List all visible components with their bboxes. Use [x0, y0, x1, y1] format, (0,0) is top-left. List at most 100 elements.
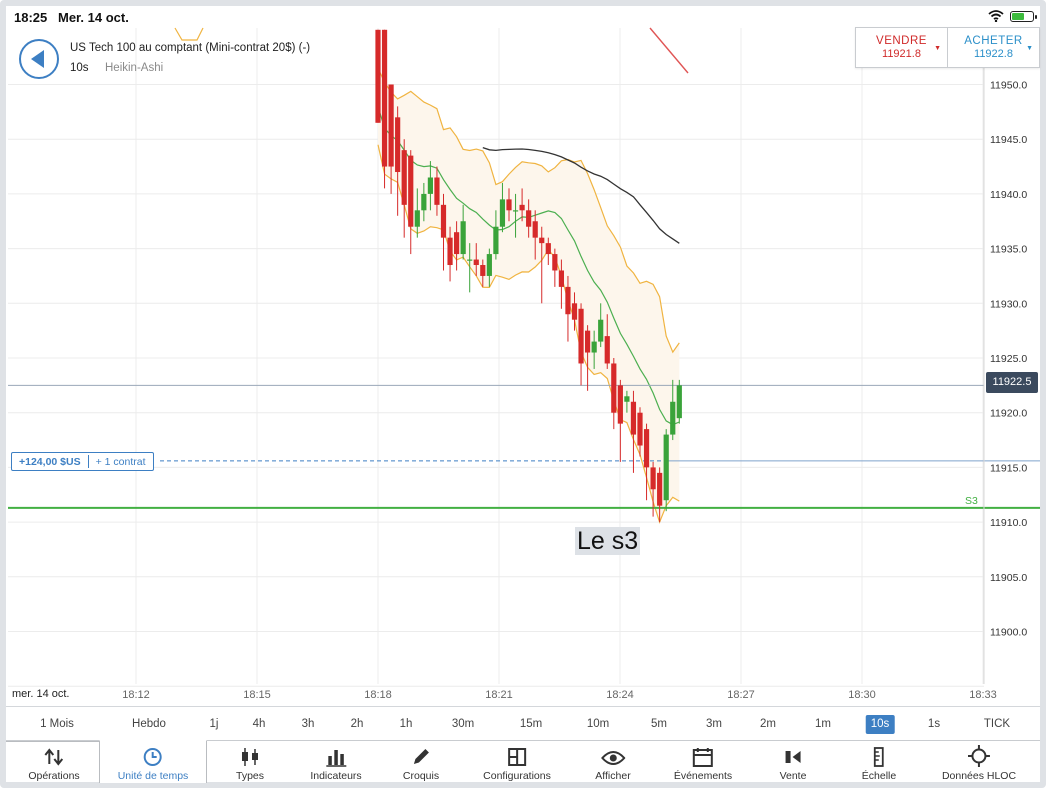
toolbar-layout-grid-button[interactable]: Configurations [483, 741, 551, 783]
candle-down [657, 472, 663, 506]
timeframe-option-3h[interactable]: 3h [297, 715, 320, 734]
toolbar-label: Opérations [28, 770, 80, 782]
timeframe-option-tick[interactable]: TICK [979, 715, 1015, 734]
candle-down [506, 199, 512, 211]
toolbar-candles-button[interactable]: Types [236, 741, 264, 783]
chart-date-label: mer. 14 oct. [12, 688, 70, 700]
timeframe-option-1j[interactable]: 1j [205, 715, 224, 734]
toolbar-label: Configurations [483, 770, 551, 782]
bollinger-band-fill [378, 68, 680, 523]
candle-down [473, 259, 479, 266]
time-tick-label: 18:24 [606, 689, 634, 701]
toolbar-crosshair-button[interactable]: Données HLOC [942, 741, 1016, 783]
toolbar-pencil-button[interactable]: Croquis [403, 741, 439, 783]
candle-down [480, 265, 486, 276]
candle-down [558, 270, 564, 287]
chart-annotation[interactable]: Le s3 [575, 527, 641, 555]
status-icons [988, 10, 1037, 22]
open-position-tag[interactable]: +124,00 $US + 1 contrat [11, 452, 154, 471]
candle-down [440, 204, 447, 238]
status-time: 18:25 [14, 10, 48, 25]
price-tick-label: 11930.0 [990, 298, 1027, 310]
timeframe-option-30m[interactable]: 30m [447, 715, 479, 734]
candle-down [375, 29, 381, 123]
candle-down [401, 150, 407, 205]
toolbar-operations-arrows-button[interactable]: Opérations [28, 741, 80, 783]
candle-down [630, 401, 637, 435]
candle-up [486, 254, 492, 276]
band-fragment-line [174, 27, 204, 41]
candle-up [663, 434, 669, 501]
last-price-tag: 11922.5 [986, 372, 1038, 393]
toolbar-label: Échelle [861, 770, 897, 782]
timeframe-option-15m[interactable]: 15m [515, 715, 547, 734]
calendar-icon [674, 745, 732, 767]
price-tick-label: 11905.0 [990, 572, 1027, 584]
timeframe-option-2h[interactable]: 2h [346, 715, 369, 734]
toolbar-label: Croquis [402, 770, 440, 782]
back-button[interactable] [19, 39, 59, 79]
candle-down [539, 237, 545, 244]
candle-up [421, 193, 427, 211]
price-tick-label: 11900.0 [990, 627, 1027, 639]
candle-up [493, 226, 499, 255]
bollinger-bands [174, 27, 689, 524]
chart-type-label: Heikin-Ashi [105, 62, 164, 74]
candle-down [565, 286, 571, 315]
toolbar-sell-tag-button[interactable]: Vente [780, 741, 807, 783]
timeframe-option-1h[interactable]: 1h [395, 715, 418, 734]
candle-down [454, 232, 460, 255]
timeframe-option-3m[interactable]: 3m [701, 715, 727, 734]
time-tick-label: 18:18 [364, 689, 392, 701]
price-tick-label: 11925.0 [990, 353, 1027, 365]
current-timeframe: 10s [70, 62, 89, 74]
price-tick-label: 11950.0 [990, 80, 1027, 92]
candle-down [395, 117, 401, 173]
bottom-toolbar: Opérations Unité de temps Types Indicateurs… [6, 740, 1040, 783]
candle-down [545, 243, 551, 255]
candle-up [499, 199, 506, 227]
toolbar-clock-button[interactable]: Unité de temps [118, 741, 188, 783]
toolbar-ruler-button[interactable]: Échelle [862, 741, 896, 783]
candle-up [624, 396, 630, 402]
candle-down [526, 210, 532, 227]
timeframe-option-2m[interactable]: 2m [755, 715, 781, 734]
timeframe-option-1m[interactable]: 1m [810, 715, 836, 734]
toolbar-eye-button[interactable]: Afficher [595, 741, 631, 783]
sell-dropdown-icon: ▼ [934, 45, 941, 52]
candle-down [434, 177, 440, 205]
ruler-icon [862, 745, 896, 767]
toolbar-bar-chart-button[interactable]: Indicateurs [310, 741, 362, 783]
timeframe-option-10s[interactable]: 10s [865, 715, 895, 734]
upper-channel-line [649, 27, 689, 74]
price-levels [8, 384, 1040, 509]
timeframe-option-1s[interactable]: 1s [923, 715, 945, 734]
wifi-icon [988, 10, 1004, 22]
s3-level-label: S3 [965, 495, 978, 507]
candle-down [519, 204, 525, 211]
candle-down [650, 467, 656, 490]
timeframe-option-hebdo[interactable]: Hebdo [127, 715, 171, 734]
bar-chart-icon [310, 745, 361, 767]
timeframe-option-5m[interactable]: 5m [646, 715, 672, 734]
candle-up [427, 177, 433, 194]
candle-up [512, 210, 519, 212]
timeframe-option-10m[interactable]: 10m [582, 715, 614, 734]
candle-down [381, 29, 388, 167]
chart-axes: 11950.0 11945.0 11940.0 11935.0 11930.0 11925… [122, 28, 1027, 701]
timeframe-option-1-mois[interactable]: 1 Mois [35, 715, 79, 734]
position-quantity: + 1 contrat [95, 455, 146, 468]
status-bar: 18:25 Mer. 14 oct. [8, 6, 1040, 28]
candle-up [591, 341, 597, 353]
buy-button[interactable]: ACHETER 11922.8 ▼ [947, 28, 1039, 67]
layout-grid-icon [483, 745, 551, 767]
sell-button[interactable]: VENDRE 11921.8 ▼ [856, 28, 947, 67]
toolbar-label: Événements [673, 770, 733, 782]
candle-down [388, 84, 394, 167]
price-chart[interactable]: 11950.0 11945.0 11940.0 11935.0 11930.0 11925… [0, 0, 1046, 788]
toolbar-calendar-button[interactable]: Événements [674, 741, 732, 783]
timeframe-option-4h[interactable]: 4h [248, 715, 271, 734]
time-tick-label: 18:27 [727, 689, 755, 701]
sell-tag-icon [780, 745, 807, 767]
price-tick-label: 11910.0 [990, 517, 1027, 529]
